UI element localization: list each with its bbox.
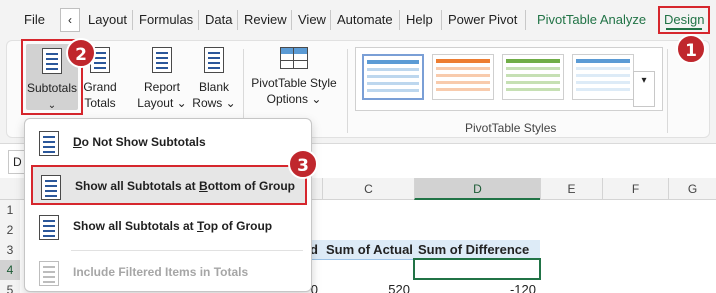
menu-item-subtotals-top[interactable]: Show all Subtotals at Top of Group [31, 207, 307, 247]
cell-c5[interactable]: 520 [322, 280, 414, 293]
row-header-2[interactable]: 2 [0, 220, 20, 240]
report-layout-label: Report [143, 80, 181, 94]
style-options-label-2: Options ⌄ [266, 92, 322, 106]
tab-divider [330, 10, 331, 30]
no-subtotals-icon [39, 131, 59, 156]
pivottable-styles-gallery [355, 47, 663, 111]
blank-rows-label: Blank [198, 80, 230, 94]
tab-power-pivot[interactable]: Power Pivot [446, 8, 519, 32]
pivot-header-sum-actual[interactable]: Sum of Actual [322, 240, 414, 260]
blank-rows-label-2: Rows ⌄ [192, 96, 236, 110]
subtotals-bottom-icon [41, 175, 61, 200]
style-options-label: PivotTable Style [251, 76, 337, 90]
filtered-items-icon [39, 261, 59, 286]
row-header-3[interactable]: 3 [0, 240, 20, 260]
tab-divider [198, 10, 199, 30]
report-layout-label-2: Layout ⌄ [137, 96, 187, 110]
style-swatch-blue[interactable] [362, 54, 424, 100]
tab-help[interactable]: Help [404, 8, 435, 32]
menu-item-label: Do Not Show Subtotals [73, 135, 206, 149]
cell-d5[interactable]: -120 [414, 280, 540, 293]
pivottable-styles-group-label: PivotTable Styles [465, 121, 557, 135]
tab-data[interactable]: Data [203, 8, 234, 32]
group-divider [667, 49, 668, 133]
report-layout-icon [152, 47, 172, 73]
subtotals-label: Subtotals [26, 81, 78, 95]
ribbon-tab-bar: File ‹ Layout Formulas Data Review View … [0, 0, 716, 40]
tab-divider [441, 10, 442, 30]
menu-item-do-not-show-subtotals[interactable]: Do Not Show Subtotals [31, 123, 307, 163]
tab-divider [132, 10, 133, 30]
step-badge-3: 3 [288, 149, 318, 179]
column-header-f[interactable]: F [602, 178, 668, 200]
step-badge-1: 1 [676, 34, 706, 64]
menu-divider [71, 250, 303, 251]
subtotals-top-icon [39, 215, 59, 240]
tab-formulas[interactable]: Formulas [137, 8, 195, 32]
chevron-down-icon: ⌄ [47, 100, 57, 111]
style-options-icon [280, 47, 308, 69]
group-divider [347, 49, 348, 133]
pivot-header-sum-difference[interactable]: Sum of Difference [414, 240, 540, 260]
scroll-tabs-left-button[interactable]: ‹ [60, 8, 80, 32]
tab-automate[interactable]: Automate [335, 8, 395, 32]
column-header-d[interactable]: D [414, 178, 540, 200]
step-badge-2: 2 [66, 38, 96, 68]
menu-item-label: Include Filtered Items in Totals [73, 265, 249, 279]
tab-view[interactable]: View [296, 8, 328, 32]
row-header-4[interactable]: 4 [0, 260, 20, 280]
subtotals-icon [42, 48, 62, 74]
blank-rows-button[interactable]: Blank Rows ⌄ [191, 47, 237, 111]
menu-item-subtotals-bottom[interactable]: Show all Subtotals at Bottom of Group [31, 165, 307, 205]
tab-divider [399, 10, 400, 30]
style-swatch-green[interactable] [502, 54, 564, 100]
tab-divider [237, 10, 238, 30]
tab-layout[interactable]: Layout [86, 8, 129, 32]
tab-pivottable-analyze[interactable]: PivotTable Analyze [535, 8, 648, 32]
blank-rows-icon [204, 47, 224, 73]
subtotals-dropdown-menu: Do Not Show Subtotals Show all Subtotals… [24, 118, 312, 292]
more-icon: ▾ [641, 75, 647, 86]
row-header-5[interactable]: 5 [0, 280, 20, 293]
style-swatch-lightblue[interactable] [572, 54, 634, 100]
column-header-c[interactable]: C [322, 178, 414, 200]
tab-divider [291, 10, 292, 30]
gallery-more-button[interactable]: ▾ [633, 71, 655, 107]
grand-totals-label: Grand [83, 80, 117, 94]
tab-file[interactable]: File [22, 8, 47, 32]
menu-item-label: Show all Subtotals at Top of Group [73, 219, 273, 233]
style-swatch-orange[interactable] [432, 54, 494, 100]
column-header-g[interactable]: G [668, 178, 716, 200]
column-header-e[interactable]: E [540, 178, 602, 200]
report-layout-button[interactable]: Report Layout ⌄ [137, 47, 187, 111]
row-header-1[interactable]: 1 [0, 200, 20, 220]
tab-review[interactable]: Review [242, 8, 289, 32]
tab-divider [525, 10, 526, 30]
menu-item-include-filtered-items: Include Filtered Items in Totals [31, 253, 307, 293]
tab-design[interactable]: Design [658, 6, 711, 34]
active-cell-d4[interactable] [413, 258, 541, 280]
menu-item-label: Show all Subtotals at Bottom of Group [75, 179, 295, 193]
pivottable-style-options-button[interactable]: PivotTable Style Options ⌄ [247, 47, 341, 107]
